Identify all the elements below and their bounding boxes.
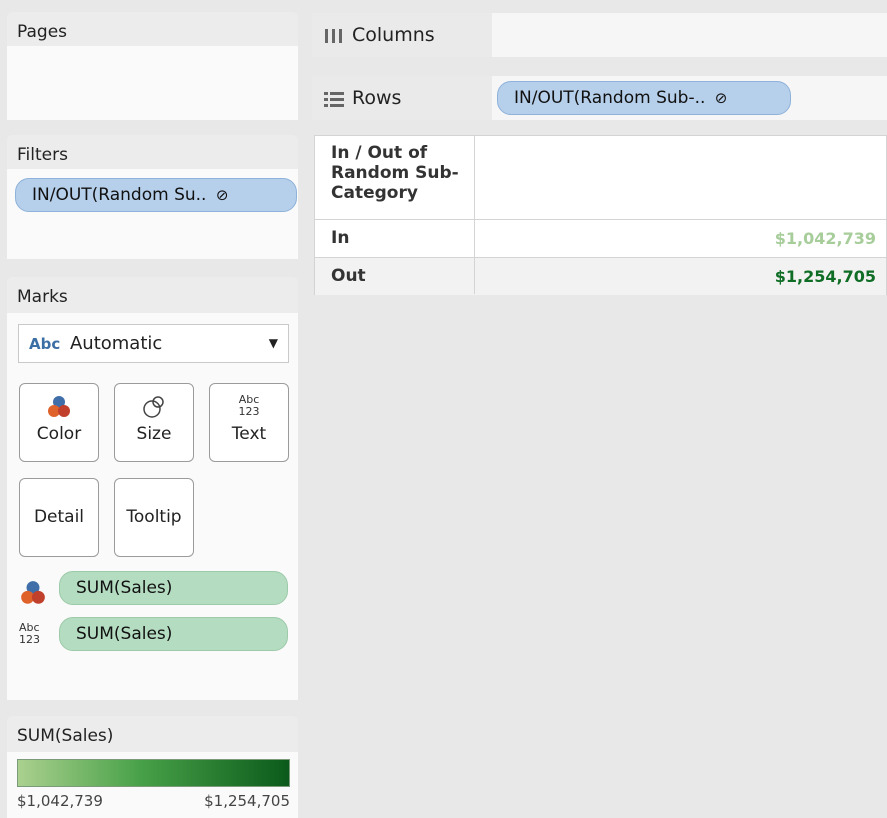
abc-icon: Abc [29,335,61,353]
size-icon [115,384,193,424]
rows-pill-label: IN/OUT(Random Sub-.. [514,88,706,108]
legend-max-value: $1,254,705 [204,792,290,810]
text-field-pill[interactable]: SUM(Sales) [59,617,288,651]
table-row[interactable]: Out $1,254,705 [315,257,886,295]
rows-icon [324,92,344,107]
color-field-pill[interactable]: SUM(Sales) [59,571,288,605]
marks-title: Marks [7,277,298,313]
row-label-out: Out [331,266,366,286]
legend-title: SUM(Sales) [7,716,298,752]
mark-type-value: Automatic [69,333,163,354]
rows-shelf-label: Rows [312,76,492,120]
marks-card: Marks Abc Automatic ▼ Color Size Abc 123… [7,277,298,700]
color-button[interactable]: Color [19,383,99,462]
link-icon: ⊘ [215,186,229,204]
text-button[interactable]: Abc 123 Text [209,383,289,462]
text-button-label: Text [231,424,267,444]
pages-title: Pages [7,12,298,48]
row-value-in: $1,042,739 [774,229,876,248]
size-button[interactable]: Size [114,383,194,462]
color-icon [19,579,47,609]
text-icon: Abc 123 [210,384,288,424]
header-line-2: Random Sub- [331,163,459,183]
filters-card: Filters IN/OUT(Random Su.. ⊘ [7,135,298,259]
color-gradient-bar[interactable] [17,759,290,787]
text-icon-line2: 123 [238,405,260,418]
tooltip-button[interactable]: Tooltip [114,478,194,557]
color-icon [20,384,98,424]
columns-label-text: Columns [352,24,435,46]
filters-title: Filters [7,135,298,171]
pages-card: Pages [7,12,298,120]
tooltip-button-label: Tooltip [126,507,182,527]
row-value-out: $1,254,705 [774,267,876,286]
detail-button-label: Detail [33,507,85,527]
rows-pill-in-out[interactable]: IN/OUT(Random Sub-.. ⊘ [497,81,791,115]
column-divider [474,136,475,294]
rows-label-text: Rows [352,87,402,109]
text-field-icon-line2: 123 [19,633,40,646]
filter-pill-label: IN/OUT(Random Su.. [32,185,207,205]
pages-drop-area[interactable] [7,46,298,120]
color-button-label: Color [36,424,82,444]
mark-type-dropdown[interactable]: Abc Automatic ▼ [18,324,289,363]
tableau-workspace: Pages Filters IN/OUT(Random Su.. ⊘ Marks… [0,0,887,818]
detail-button[interactable]: Detail [19,478,99,557]
row-header-title[interactable]: In / Out of Random Sub- Category [315,136,474,219]
header-line-3: Category [331,183,418,203]
rows-shelf[interactable]: Rows IN/OUT(Random Sub-.. ⊘ [312,76,887,120]
size-button-label: Size [136,424,172,444]
text-icon: Abc 123 [19,622,47,652]
table-row[interactable]: In $1,042,739 [315,219,886,257]
color-field-label: SUM(Sales) [76,578,173,598]
columns-shelf[interactable]: Columns [312,13,887,57]
text-field-label: SUM(Sales) [76,624,173,644]
crosstab-view: In / Out of Random Sub- Category In $1,0… [314,135,887,295]
columns-icon [325,29,342,43]
chevron-down-icon: ▼ [268,336,278,350]
header-line-1: In / Out of [331,143,428,163]
row-label-in: In [331,228,350,248]
color-legend-card: SUM(Sales) $1,042,739 $1,254,705 [7,716,298,818]
columns-shelf-label: Columns [312,13,492,57]
filter-pill-in-out[interactable]: IN/OUT(Random Su.. ⊘ [15,178,297,212]
legend-min-value: $1,042,739 [17,792,103,810]
link-icon: ⊘ [714,89,728,107]
